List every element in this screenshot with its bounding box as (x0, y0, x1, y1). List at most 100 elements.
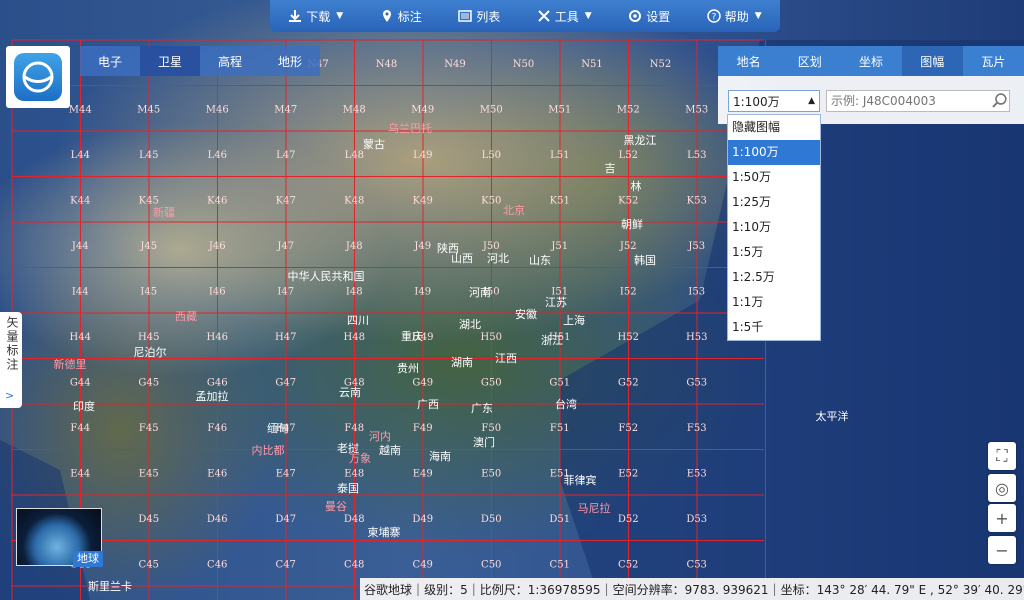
sheet-label: H44 (70, 332, 91, 343)
fullscreen-button[interactable]: ⛶ (988, 442, 1016, 470)
chevron-down-icon: ▼ (584, 11, 592, 21)
sheet-label: L49 (413, 150, 432, 161)
sheet-label: M52 (617, 104, 640, 115)
tab-place-name[interactable]: 地名 (718, 46, 779, 76)
sheet-label: H50 (481, 332, 502, 343)
map-tab-electronic[interactable]: 电子 (80, 46, 140, 76)
toolbar-settings-button[interactable]: 设置 (628, 8, 670, 25)
sheet-label: L51 (550, 150, 569, 161)
sheet-label: F50 (481, 423, 501, 434)
sheet-label: F46 (207, 423, 227, 434)
sheet-label: G50 (481, 377, 502, 388)
tab-coordinate[interactable]: 坐标 (840, 46, 901, 76)
toolbar-mark-button[interactable]: 标注 (380, 8, 422, 25)
place-label: 四川 (347, 314, 369, 327)
search-icon[interactable] (991, 92, 1009, 110)
target-icon: ◎ (995, 478, 1009, 498)
place-label: 朝鲜 (621, 217, 643, 231)
scale-option[interactable]: 1:50万 (728, 165, 820, 190)
sheet-label: E46 (207, 468, 227, 479)
sheet-label: N52 (650, 59, 671, 70)
map-tab-satellite[interactable]: 卫星 (140, 46, 200, 76)
place-label: 河北 (487, 252, 509, 265)
scale-option[interactable]: 1:1万 (728, 290, 820, 315)
list-icon (458, 10, 472, 22)
sheet-search-box (826, 90, 1010, 112)
sheet-label: C53 (687, 559, 707, 570)
place-label: 乌兰巴托 (388, 121, 432, 135)
scale-option[interactable]: 1:5千 (728, 315, 820, 340)
zoom-in-button[interactable]: + (988, 504, 1016, 532)
sheet-label: H47 (275, 332, 296, 343)
scale-option[interactable]: 隐藏图幅 (728, 115, 820, 140)
sheet-label: G53 (686, 377, 707, 388)
scale-option[interactable]: 1:2.5万 (728, 265, 820, 290)
sheet-label: F53 (687, 423, 707, 434)
zoom-out-button[interactable]: − (988, 536, 1016, 564)
sheet-label: G44 (70, 377, 91, 388)
sheet-label: F52 (618, 423, 638, 434)
sheet-label: H48 (344, 332, 365, 343)
sheet-label: G51 (549, 377, 570, 388)
scale-option[interactable]: 1:100万 (728, 140, 820, 165)
place-label: 台湾 (555, 397, 577, 411)
map-tab-elevation[interactable]: 高程 (200, 46, 260, 76)
map-tab-terrain[interactable]: 地形 (260, 46, 320, 76)
place-label: 斯里兰卡 (88, 580, 132, 593)
sheet-label: M53 (685, 104, 708, 115)
help-icon: ? (707, 9, 721, 23)
toolbar-download-label: 下载 (306, 9, 331, 24)
sheet-label: J50 (482, 241, 500, 252)
place-label: 黑龙江 (624, 134, 657, 147)
globe-minimap[interactable]: 地球 (16, 508, 103, 567)
status-scale: 比例尺：1:36978595 (479, 582, 601, 597)
place-label: 海南 (429, 449, 451, 463)
vector-label-toggle[interactable]: 矢量标注 > (0, 312, 22, 408)
scale-select[interactable]: 1:100万 ▲ (728, 90, 820, 112)
tab-map-sheet[interactable]: 图幅 (901, 46, 963, 76)
sheet-label: M44 (69, 104, 92, 115)
locate-button[interactable]: ◎ (988, 474, 1016, 502)
sheet-label: J45 (139, 241, 157, 252)
vector-label-text: 矢量标注 (5, 316, 19, 372)
toolbar-help-button[interactable]: ? 帮助 ▼ (707, 8, 762, 25)
sheet-label: K51 (550, 195, 570, 206)
chevron-down-icon: ▼ (754, 11, 762, 21)
sheet-label: J51 (550, 241, 568, 252)
sheet-label: J44 (71, 241, 89, 252)
toolbar-mark-label: 标注 (397, 9, 422, 24)
sheet-label: D49 (412, 514, 433, 525)
scale-option[interactable]: 1:25万 (728, 190, 820, 215)
place-label: 孟加拉 (196, 389, 229, 403)
place-label: 西藏 (175, 310, 197, 323)
sheet-label: M45 (137, 104, 160, 115)
place-label: 中华人民共和国 (288, 269, 365, 283)
place-label: 湖南 (451, 356, 473, 369)
place-label: 印度 (73, 399, 95, 413)
toolbar-download-button[interactable]: 下载 ▼ (288, 8, 343, 25)
top-toolbar: 下载 ▼ 标注 列表 工具 ▼ 设置 ? 帮助 ▼ (270, 0, 780, 32)
sheet-label: D50 (481, 514, 502, 525)
sheet-label: L50 (482, 150, 501, 161)
place-label: 浙江 (541, 334, 563, 347)
tab-tile[interactable]: 瓦片 (963, 46, 1024, 76)
sheet-label: F49 (413, 423, 433, 434)
place-label: 吉 (605, 162, 616, 175)
scale-option[interactable]: 1:10万 (728, 215, 820, 240)
sheet-label: I48 (346, 286, 363, 297)
sheet-label: J53 (687, 241, 705, 252)
sheet-label: D52 (618, 514, 639, 525)
chevron-down-icon: ▼ (336, 11, 344, 21)
scale-option[interactable]: 1:5万 (728, 240, 820, 265)
sheet-label: L44 (71, 150, 90, 161)
sheet-search-input[interactable] (827, 92, 992, 110)
place-label: 上海 (563, 313, 585, 327)
sheet-label: K53 (687, 195, 707, 206)
fullscreen-icon: ⛶ (996, 446, 1008, 465)
tab-division[interactable]: 区划 (779, 46, 840, 76)
sheet-label: D51 (549, 514, 570, 525)
status-level: 级别：5 (424, 582, 468, 597)
toolbar-list-button[interactable]: 列表 (458, 8, 500, 25)
sheet-label: M51 (548, 104, 571, 115)
toolbar-tools-button[interactable]: 工具 ▼ (537, 8, 592, 25)
